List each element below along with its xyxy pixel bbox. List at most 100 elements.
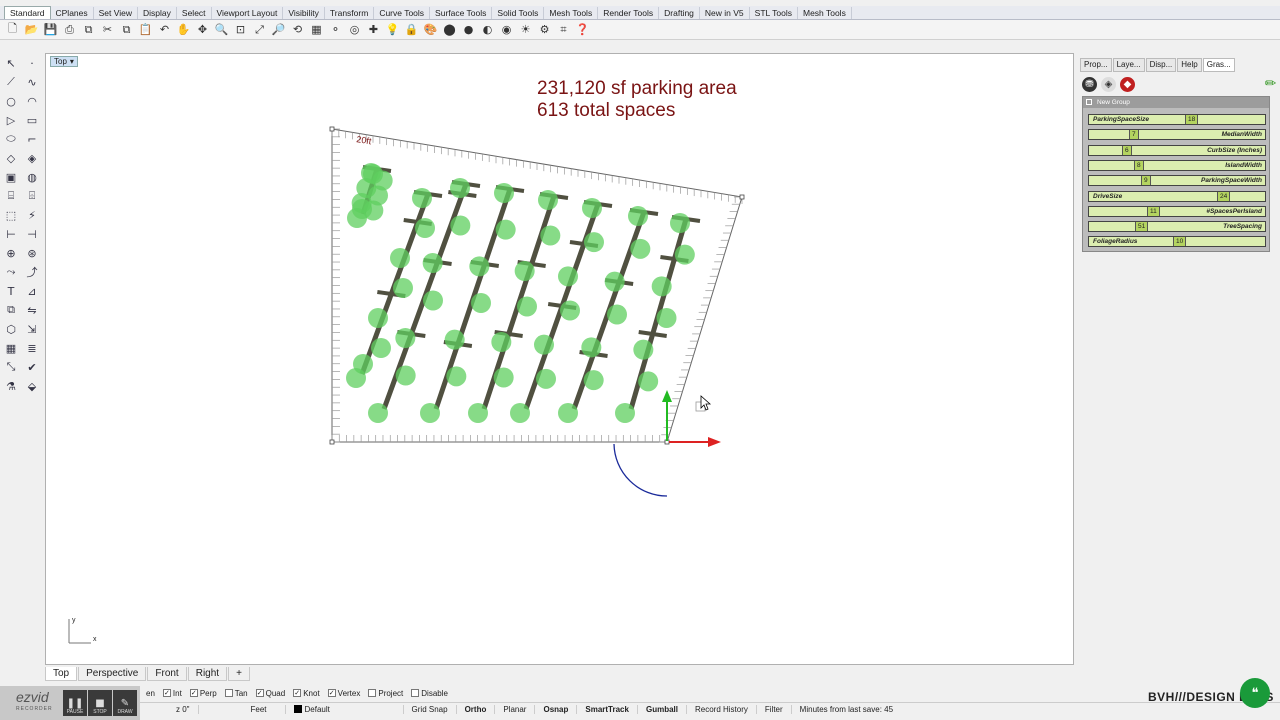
align-icon[interactable]: ≣ bbox=[23, 340, 41, 356]
paste-icon[interactable]: 📋 bbox=[137, 22, 154, 38]
rendered-sphere-icon[interactable]: ◉ bbox=[498, 22, 515, 38]
curve-icon[interactable]: ∿ bbox=[23, 74, 41, 90]
slider-row[interactable]: ParkingSpaceWidth 9 bbox=[1088, 175, 1266, 187]
tab-layers[interactable]: Laye... bbox=[1112, 58, 1145, 72]
slider-value[interactable]: 24 bbox=[1217, 191, 1231, 201]
osnap-quad[interactable]: ✓ Quad bbox=[255, 689, 285, 698]
tab-perspective[interactable]: Perspective bbox=[78, 667, 147, 681]
tab-cplanes[interactable]: CPlanes bbox=[51, 7, 94, 19]
scale-icon[interactable]: ⇲ bbox=[23, 321, 41, 337]
point-tool-icon[interactable]: · bbox=[23, 55, 41, 71]
select-curve-icon[interactable]: ⚬ bbox=[327, 22, 344, 38]
osnap-perp-checkbox[interactable]: ✓ bbox=[189, 689, 198, 697]
boolean-icon[interactable]: ⚡ bbox=[23, 207, 41, 223]
shaded-sphere-icon[interactable]: ◐ bbox=[479, 22, 496, 38]
osnap-tan-checkbox[interactable] bbox=[224, 689, 233, 697]
tab-help[interactable]: Help bbox=[1177, 58, 1202, 72]
new-file-icon[interactable]: 🗋 bbox=[4, 22, 21, 38]
tab-new-in-v5[interactable]: New in V5 bbox=[700, 7, 750, 19]
mesh-icon[interactable]: ⬡ bbox=[2, 321, 20, 337]
planar-toggle[interactable]: Planar bbox=[495, 705, 536, 714]
tube-icon[interactable]: ⌹ bbox=[23, 188, 41, 204]
cplane-icon[interactable]: ◎ bbox=[346, 22, 363, 38]
tab-transform[interactable]: Transform bbox=[325, 7, 375, 19]
osnap-knot-checkbox[interactable]: ✓ bbox=[293, 689, 302, 697]
gumball-toggle[interactable]: Gumball bbox=[638, 705, 687, 714]
tab-grasshopper[interactable]: Gras... bbox=[1202, 58, 1235, 72]
record-history-toggle[interactable]: Record History bbox=[687, 705, 757, 714]
viewport-grid-icon[interactable]: ▦ bbox=[308, 22, 325, 38]
add-viewport-button[interactable]: + bbox=[228, 667, 250, 681]
transform-icon[interactable]: ⤡ bbox=[2, 359, 20, 375]
tab-display[interactable]: Display bbox=[138, 7, 177, 19]
smarttrack-toggle[interactable]: SmartTrack bbox=[577, 705, 638, 714]
top-viewport[interactable]: 20ft Top ▾ 231,120 sf parking area 613 t… bbox=[45, 53, 1074, 665]
slider-value[interactable]: 8 bbox=[1134, 160, 1144, 170]
osnap-project-checkbox[interactable] bbox=[368, 689, 377, 697]
slider-row[interactable]: FoliageRadius 10 bbox=[1088, 236, 1266, 248]
explode-icon[interactable]: ⊛ bbox=[23, 245, 41, 261]
slider-value[interactable]: 6 bbox=[1122, 145, 1132, 155]
import-icon[interactable]: ⧉ bbox=[80, 22, 97, 38]
tab-select[interactable]: Select bbox=[177, 7, 212, 19]
osnap-vertex[interactable]: ✓ Vertex bbox=[327, 689, 360, 698]
tab-viewport-layout[interactable]: Viewport Layout bbox=[212, 7, 284, 19]
zoom-icon[interactable]: 🔍 bbox=[213, 22, 230, 38]
draw-button[interactable]: ✎ DRAW bbox=[113, 690, 137, 716]
osnap-disable-checkbox[interactable] bbox=[411, 689, 420, 697]
copy-icon[interactable]: ⧉ bbox=[118, 22, 135, 38]
slider-value[interactable]: 51 bbox=[1135, 222, 1149, 232]
box-icon[interactable]: ▣ bbox=[2, 169, 20, 185]
grasshopper-group[interactable]: New Group ParkingSpaceSize 18 MedianWidth 7… bbox=[1082, 96, 1270, 252]
tab-surface-tools[interactable]: Surface Tools bbox=[430, 7, 493, 19]
osnap-project[interactable]: Project bbox=[368, 689, 403, 698]
tab-standard[interactable]: Standard bbox=[4, 6, 51, 19]
save-icon[interactable]: 💾 bbox=[42, 22, 59, 38]
fillet-icon[interactable]: ⌐ bbox=[23, 131, 41, 147]
osnap-tan[interactable]: Tan bbox=[224, 689, 248, 698]
ellipse-icon[interactable]: ⬭ bbox=[2, 131, 20, 147]
zoom-window-icon[interactable]: ⊡ bbox=[232, 22, 249, 38]
osnap-toggle[interactable]: Osnap bbox=[535, 705, 578, 714]
tab-properties[interactable]: Prop... bbox=[1080, 58, 1112, 72]
mirror-icon[interactable]: ⇋ bbox=[23, 302, 41, 318]
slider-row[interactable]: IslandWidth 8 bbox=[1088, 159, 1266, 171]
tab-drafting[interactable]: Drafting bbox=[659, 7, 700, 19]
point-icon[interactable]: ✚ bbox=[365, 22, 382, 38]
print-icon[interactable]: ⎙ bbox=[61, 22, 78, 38]
extrude-icon[interactable]: ⬚ bbox=[2, 207, 20, 223]
undo-icon[interactable]: ↶ bbox=[156, 22, 173, 38]
join-icon[interactable]: ⊕ bbox=[2, 245, 20, 261]
open-folder-icon[interactable]: 📂 bbox=[23, 22, 40, 38]
chat-bubble-icon[interactable]: ❝ bbox=[1240, 678, 1270, 708]
zoom-extents-icon[interactable]: ⤢ bbox=[251, 22, 268, 38]
split-icon[interactable]: ⊢ bbox=[2, 226, 20, 242]
color-icon[interactable]: 🎨 bbox=[422, 22, 439, 38]
tab-solid-tools[interactable]: Solid Tools bbox=[492, 7, 545, 19]
help-icon[interactable]: ❓ bbox=[574, 22, 591, 38]
osnap-int-checkbox[interactable]: ✓ bbox=[162, 689, 171, 697]
osnap-knot[interactable]: ✓ Knot bbox=[293, 689, 320, 698]
tab-visibility[interactable]: Visibility bbox=[283, 7, 325, 19]
trim-icon[interactable]: ⊣ bbox=[23, 226, 41, 242]
osnap-end[interactable]: en bbox=[146, 689, 155, 698]
circle-icon[interactable]: ○ bbox=[2, 93, 20, 109]
tab-curve-tools[interactable]: Curve Tools bbox=[374, 7, 431, 19]
slider-row[interactable]: ParkingSpaceSize 18 bbox=[1088, 114, 1266, 125]
zoom-selected-icon[interactable]: 🔎 bbox=[270, 22, 287, 38]
polyline-icon[interactable]: ⟋ bbox=[2, 74, 20, 90]
dimension-icon[interactable]: ⊿ bbox=[23, 283, 41, 299]
tab-mesh-tools[interactable]: Mesh Tools bbox=[544, 7, 599, 19]
rotate-view-icon[interactable]: ⟲ bbox=[289, 22, 306, 38]
preview-icon[interactable]: ◈ bbox=[1101, 76, 1116, 92]
move-view-icon[interactable]: ✥ bbox=[194, 22, 211, 38]
tab-display-panel[interactable]: Disp... bbox=[1145, 58, 1177, 72]
rectangle-icon[interactable]: ▭ bbox=[23, 112, 41, 128]
slider-value[interactable]: 10 bbox=[1173, 237, 1187, 247]
arc-icon[interactable]: ◠ bbox=[23, 93, 41, 109]
slider-value[interactable]: 9 bbox=[1141, 176, 1151, 186]
disable-solver-icon[interactable]: ◆ bbox=[1120, 76, 1135, 92]
grid-array-icon[interactable]: ▦ bbox=[2, 340, 20, 356]
analyze-icon[interactable]: ⚗ bbox=[2, 378, 20, 394]
render-sphere-icon[interactable]: ● bbox=[460, 22, 477, 38]
